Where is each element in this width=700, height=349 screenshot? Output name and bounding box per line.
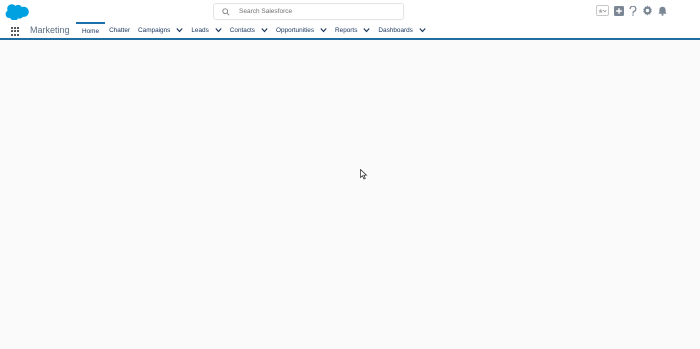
setup-button[interactable] [642,5,653,16]
tab-contacts[interactable]: Contacts [226,22,272,38]
main-content-area [0,40,700,349]
help-button[interactable] [629,5,637,16]
tab-label: Campaigns [138,26,171,34]
tab-campaigns[interactable]: Campaigns [134,22,187,38]
salesforce-logo[interactable] [5,4,29,20]
favorites-button[interactable] [596,5,609,16]
tab-label: Leads [191,26,209,34]
tab-label: Home [82,27,100,35]
nav-tabs: Home Chatter Campaigns Leads Contacts Op… [76,22,430,38]
help-icon [629,5,637,16]
search-icon [222,7,230,16]
global-create-button[interactable] [614,5,624,16]
add-icon [614,5,624,16]
chevron-down-icon[interactable] [363,27,371,33]
header-actions [596,5,667,16]
chevron-down-icon[interactable] [176,27,183,33]
tab-chatter[interactable]: Chatter [105,22,134,38]
tab-label: Contacts [229,26,256,34]
app-name: Marketing [30,25,70,35]
chevron-down-icon[interactable] [320,27,327,33]
tab-label: Chatter [109,26,131,34]
chevron-down-icon[interactable] [261,27,268,33]
tab-label: Opportunities [276,26,315,34]
app-navigation-bar: Marketing Home Chatter Campaigns Leads C… [0,22,700,40]
chevron-down-icon[interactable] [215,27,222,33]
search-input[interactable] [239,8,389,15]
chevron-down-icon[interactable] [419,27,426,33]
bell-icon [658,6,667,16]
app-launcher-icon[interactable] [11,27,20,36]
global-header [0,0,700,22]
tab-opportunities[interactable]: Opportunities [272,22,331,38]
tab-dashboards[interactable]: Dashboards [374,22,429,38]
gear-icon [643,5,652,16]
tab-home[interactable]: Home [76,22,106,38]
chevron-down-icon [603,9,607,12]
tab-label: Dashboards [378,26,413,34]
search-box[interactable] [213,3,404,20]
tab-leads[interactable]: Leads [187,22,225,38]
notifications-button[interactable] [658,6,667,16]
tab-label: Reports [335,26,358,34]
tab-reports[interactable]: Reports [331,22,374,38]
mouse-cursor-icon [360,169,368,180]
